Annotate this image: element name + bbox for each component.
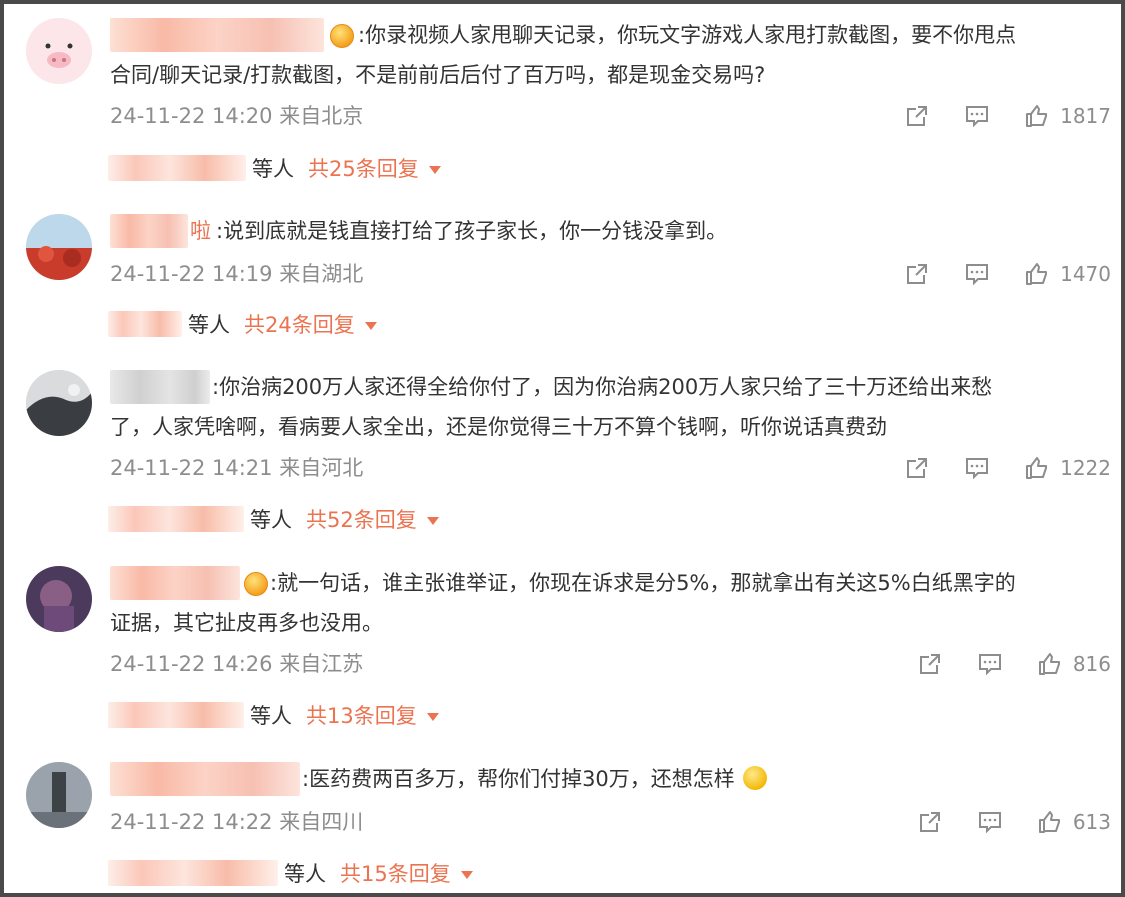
avatar[interactable] xyxy=(26,566,92,632)
comment-time: 24-11-22 14:20 xyxy=(110,104,273,128)
like-button[interactable]: 1817 xyxy=(1024,103,1111,129)
comment-text-content: :医药费两百多万，帮你们付掉30万，还想怎样 xyxy=(302,767,735,791)
vip-crown-icon xyxy=(244,572,268,596)
like-icon xyxy=(1026,263,1048,285)
avatar[interactable] xyxy=(26,18,92,84)
like-count: 1222 xyxy=(1060,456,1111,480)
thinking-emoji-icon xyxy=(743,766,768,790)
username-redacted[interactable] xyxy=(110,214,188,248)
reply-suffix: 等人 xyxy=(188,313,230,337)
reply-summary[interactable]: 等人 共24条回复 xyxy=(108,309,377,339)
reply-count[interactable]: 共13条回复 xyxy=(306,700,417,730)
comment-text-line: :你治病200万人家还得全给你付了，因为你治病200万人家只给了三十万还给出来愁 xyxy=(212,375,993,399)
avatar[interactable] xyxy=(26,762,92,828)
like-icon xyxy=(1038,653,1060,675)
avatar[interactable] xyxy=(26,370,92,436)
like-count: 613 xyxy=(1072,810,1111,834)
comment-text-line: :你录视频人家甩聊天记录，你玩文字游戏人家甩打款截图，要不你甩点 xyxy=(358,23,1017,47)
share-icon[interactable] xyxy=(917,651,943,677)
username-tail[interactable]: 啦 xyxy=(190,214,211,248)
comment-time: 24-11-22 14:26 xyxy=(110,652,273,676)
comment-icon[interactable] xyxy=(977,809,1003,835)
comment-location: 来自江苏 xyxy=(279,652,364,676)
comment-text-line: :说到底就是钱直接打给了孩子家长，你一分钱没拿到。 xyxy=(216,219,728,243)
comment-actions: 613 xyxy=(917,808,1111,836)
comments-panel: :你录视频人家甩聊天记录，你玩文字游戏人家甩打款截图，要不你甩点 合同/聊天记录… xyxy=(0,0,1125,897)
like-button[interactable]: 1222 xyxy=(1024,455,1111,481)
comment-text-line: 合同/聊天记录/打款截图，不是前前后后付了百万吗，都是现金交易吗? xyxy=(110,63,766,87)
username-redacted[interactable] xyxy=(110,18,324,52)
like-icon xyxy=(1026,457,1048,479)
comment-location: 来自四川 xyxy=(279,810,364,834)
comment-time: 24-11-22 14:21 xyxy=(110,456,273,480)
reply-suffix: 等人 xyxy=(284,862,326,886)
reply-summary[interactable]: 等人 共15条回复 xyxy=(108,858,473,888)
comment-actions: 1222 xyxy=(904,454,1111,482)
like-count: 1817 xyxy=(1060,104,1111,128)
replier-names-redacted xyxy=(108,155,246,181)
reply-count[interactable]: 共52条回复 xyxy=(306,504,417,534)
comment-actions: 816 xyxy=(917,650,1111,678)
comment-time: 24-11-22 14:19 xyxy=(110,262,273,286)
comment-meta: 24-11-22 14:20 来自北京 xyxy=(110,102,363,130)
comment-text-line: :就一句话，谁主张谁举证，你现在诉求是分5%，那就拿出有关这5%白纸黑字的 xyxy=(270,571,1016,595)
replier-names-redacted xyxy=(108,311,182,337)
comment-text-line: :医药费两百多万，帮你们付掉30万，还想怎样 xyxy=(302,760,768,798)
like-button[interactable]: 1470 xyxy=(1024,261,1111,287)
reply-count[interactable]: 共15条回复 xyxy=(340,858,451,888)
caret-down-icon[interactable] xyxy=(460,870,473,879)
reply-count[interactable]: 共25条回复 xyxy=(308,153,419,183)
share-icon[interactable] xyxy=(904,103,930,129)
replier-names-redacted xyxy=(108,860,278,886)
caret-down-icon[interactable] xyxy=(364,321,377,330)
comment-actions: 1817 xyxy=(904,102,1111,130)
reply-summary[interactable]: 等人 共25条回复 xyxy=(108,153,441,183)
like-button[interactable]: 613 xyxy=(1037,809,1111,835)
comment-meta: 24-11-22 14:22 来自四川 xyxy=(110,808,363,836)
replier-names-redacted xyxy=(108,702,244,728)
comment-icon[interactable] xyxy=(977,651,1003,677)
like-icon xyxy=(1026,105,1048,127)
share-icon[interactable] xyxy=(904,261,930,287)
reply-suffix: 等人 xyxy=(250,704,292,728)
caret-down-icon[interactable] xyxy=(426,516,439,525)
reply-suffix: 等人 xyxy=(250,508,292,532)
reply-summary[interactable]: 等人 共52条回复 xyxy=(108,504,439,534)
reply-summary[interactable]: 等人 共13条回复 xyxy=(108,700,439,730)
caret-down-icon[interactable] xyxy=(428,165,441,174)
comment-icon[interactable] xyxy=(964,455,990,481)
comment-meta: 24-11-22 14:19 来自湖北 xyxy=(110,260,363,288)
comment-text-line: 了，人家凭啥啊，看病要人家全出，还是你觉得三十万不算个钱啊，听你说话真费劲 xyxy=(110,415,887,439)
like-button[interactable]: 816 xyxy=(1037,651,1111,677)
username-redacted[interactable] xyxy=(110,762,300,796)
comment-icon[interactable] xyxy=(964,103,990,129)
comment-location: 来自河北 xyxy=(279,456,364,480)
reply-suffix: 等人 xyxy=(252,157,294,181)
comment-meta: 24-11-22 14:26 来自江苏 xyxy=(110,650,363,678)
comment-text-line: 证据，其它扯皮再多也没用。 xyxy=(110,611,383,635)
comment-location: 来自北京 xyxy=(279,104,364,128)
share-icon[interactable] xyxy=(904,455,930,481)
comment-time: 24-11-22 14:22 xyxy=(110,810,273,834)
like-count: 816 xyxy=(1072,652,1111,676)
caret-down-icon[interactable] xyxy=(426,712,439,721)
username-redacted[interactable] xyxy=(110,370,210,404)
username-redacted[interactable] xyxy=(110,566,240,600)
avatar[interactable] xyxy=(26,214,92,280)
comment-meta: 24-11-22 14:21 来自河北 xyxy=(110,454,363,482)
replier-names-redacted xyxy=(108,506,244,532)
comment-actions: 1470 xyxy=(904,260,1111,288)
comment-icon[interactable] xyxy=(964,261,990,287)
like-count: 1470 xyxy=(1060,262,1111,286)
reply-count[interactable]: 共24条回复 xyxy=(244,309,355,339)
comment-location: 来自湖北 xyxy=(279,262,364,286)
share-icon[interactable] xyxy=(917,809,943,835)
vip-crown-icon xyxy=(330,24,354,48)
like-icon xyxy=(1038,811,1060,833)
